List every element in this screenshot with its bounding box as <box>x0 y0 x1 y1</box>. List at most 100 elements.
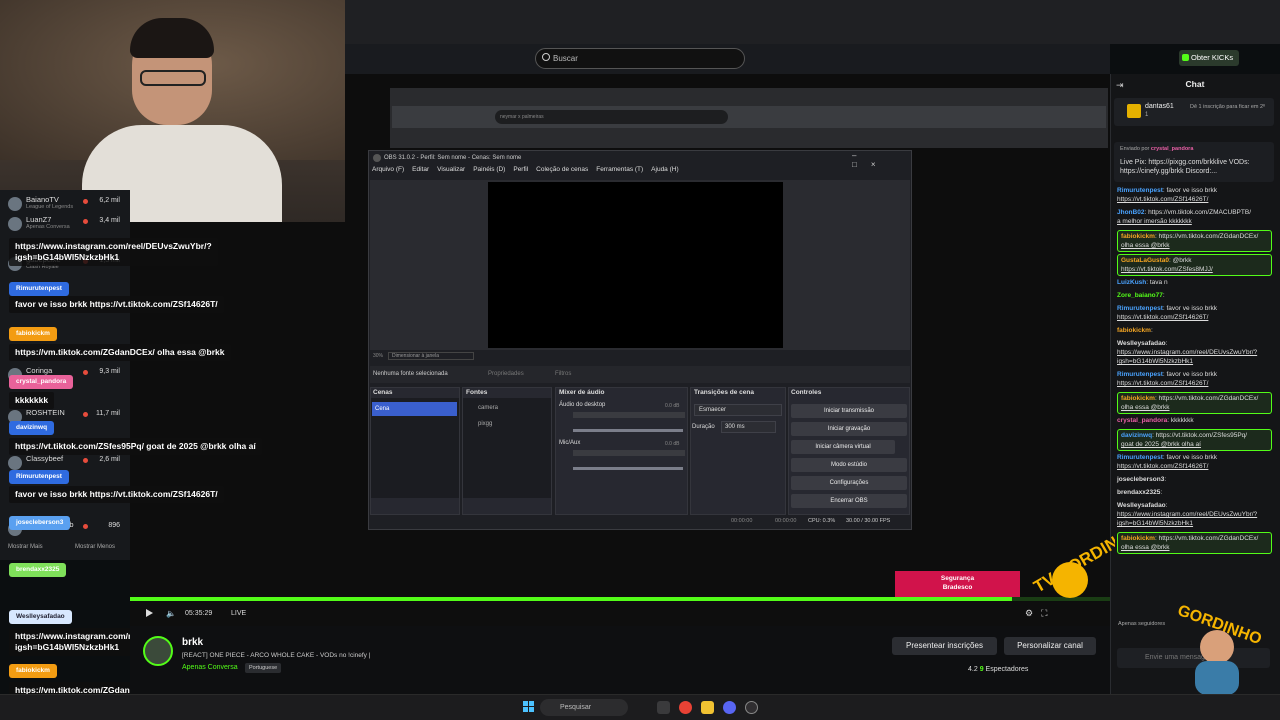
start-stream-button[interactable]: Iniciar transmissão <box>791 404 907 418</box>
task-view-icon[interactable] <box>657 701 670 714</box>
overlay-username: josecleberson3 <box>9 516 71 530</box>
duration-input[interactable]: 300 ms <box>721 421 776 433</box>
chat-message: Rimurutenpest: favor ve isso brkk https:/… <box>1117 370 1272 388</box>
channel-category: Apenas Conversa <box>26 224 70 230</box>
volume-slider[interactable] <box>573 467 683 470</box>
chrome-icon[interactable] <box>679 701 692 714</box>
chat-username[interactable]: josecleberson3 <box>1117 476 1164 483</box>
channel-name: ROSHTEIN <box>26 408 65 417</box>
chat-message: Zore_baiano77: <box>1117 291 1272 300</box>
start-virtual-camera-button[interactable]: Iniciar câmera virtual <box>791 440 895 454</box>
discord-icon[interactable] <box>723 701 736 714</box>
chat-link[interactable]: https://vt.tiktok.com/ZSfes8MJJ/ <box>1121 265 1268 274</box>
chat-link[interactable]: https://www.instagram.com/reel/DEUvsZwuY… <box>1117 348 1272 366</box>
chat-title: Chat <box>1185 79 1205 89</box>
gift-subs-button[interactable]: Presentear inscrições <box>892 637 997 655</box>
player-right-icons[interactable]: ⚙⛶ <box>1025 608 1055 619</box>
chat-link[interactable]: https://www.instagram.com/reel/DEUvsZwuY… <box>1117 510 1272 528</box>
customize-channel-button[interactable]: Personalizar canal <box>1004 637 1096 655</box>
chat-username[interactable]: crystal_pandora <box>1117 417 1167 424</box>
obs-icon[interactable] <box>745 701 758 714</box>
chat-username[interactable]: fabiokickm <box>1121 535 1155 542</box>
show-less-button[interactable]: Mostrar Menos <box>75 544 115 550</box>
chat-link[interactable]: https://vt.tiktok.com/ZSf14626T/ <box>1117 379 1272 388</box>
chat-link[interactable]: https://vt.tiktok.com/ZSf14626T/ <box>1117 195 1272 204</box>
scenes-header: Cenas <box>373 389 393 396</box>
banner-line: Bradesco <box>942 584 973 591</box>
chat-username[interactable]: Zore_baiano77 <box>1117 292 1163 299</box>
windows-start-icon[interactable] <box>523 701 535 713</box>
chat-link[interactable]: https://vt.tiktok.com/ZSf14626T/ <box>1117 313 1272 322</box>
transition-select[interactable]: Esmaecer <box>694 404 782 416</box>
chat-username[interactable]: fabiokickm <box>1117 327 1151 334</box>
search-input[interactable]: Buscar <box>535 48 745 69</box>
filters-button[interactable]: Filtros <box>545 369 585 380</box>
window-controls[interactable]: –□× <box>852 151 907 169</box>
menu-item[interactable]: Arquivo (F) <box>372 166 404 173</box>
taskbar-search[interactable]: Pesquisar <box>540 699 628 716</box>
channel-avatar[interactable] <box>143 636 173 666</box>
chat-link[interactable]: a melhor imersão kkkkkkk <box>1117 217 1272 226</box>
viewer-count: 896 <box>108 522 120 529</box>
obs-preview[interactable] <box>488 182 783 348</box>
chat-username[interactable]: brendaxx2325 <box>1117 489 1160 496</box>
show-more-button[interactable]: Mostrar Mais <box>8 544 43 550</box>
chat-username[interactable]: Weslleysafadao <box>1117 340 1166 347</box>
menu-item[interactable]: Ferramentas (T) <box>596 166 643 173</box>
menu-item[interactable]: Painéis (D) <box>473 166 505 173</box>
chat-text: : <box>1165 340 1168 347</box>
chat-link[interactable]: olha essa @brkk <box>1121 543 1268 552</box>
chat-link[interactable]: goat de 2025 @brkk olha aí <box>1121 440 1268 449</box>
chat-link[interactable]: https://vt.tiktok.com/ZSf14626T/ <box>1117 462 1272 471</box>
chat-username[interactable]: LuizKush <box>1117 279 1146 286</box>
file-explorer-icon[interactable] <box>701 701 714 714</box>
settings-button[interactable]: Configurações <box>791 476 907 490</box>
chat-username[interactable]: davizinwq <box>1121 432 1152 439</box>
record-time: 00:00:00 <box>775 518 797 524</box>
overlay-username: Weslleysafadao <box>9 610 72 624</box>
chat-username[interactable]: Rimurutenpest <box>1117 371 1163 378</box>
pinned-user[interactable]: crystal_pandora <box>1151 146 1194 152</box>
scene-item[interactable]: Cena <box>372 402 457 416</box>
chat-username[interactable]: fabiokickm <box>1121 233 1155 240</box>
chat-link[interactable]: olha essa @brkk <box>1121 403 1268 412</box>
chat-text: : <box>1160 489 1163 496</box>
menu-item[interactable]: Coleção de cenas <box>536 166 588 173</box>
menu-item[interactable]: Perfil <box>513 166 528 173</box>
chat-username[interactable]: Rimurutenpest <box>1117 305 1163 312</box>
chat-text: : <box>1164 476 1167 483</box>
zoom-select[interactable]: Dimensionar à janela <box>388 352 474 360</box>
chat-link[interactable]: olha essa @brkk <box>1121 241 1268 250</box>
chat-message: Rimurutenpest: favor ve isso brkk https:/… <box>1117 304 1272 322</box>
chat-username[interactable]: Rimurutenpest <box>1117 454 1163 461</box>
chat-username[interactable]: Weslleysafadao <box>1117 502 1166 509</box>
channel-name: BaianoTV <box>26 195 59 204</box>
source-item[interactable]: pixgg <box>468 421 492 427</box>
chat-username[interactable]: JhonB02 <box>1117 209 1144 216</box>
volume-slider[interactable] <box>573 429 683 432</box>
menu-item[interactable]: Ajuda (H) <box>651 166 678 173</box>
chat-text: : https://vt.tiktok.com/ZSfes95Pq/ <box>1152 432 1248 439</box>
volume-icon[interactable]: 🔈 <box>166 609 176 618</box>
sidebar-channel[interactable]: BaianoTV League of Legends 6,2 mil <box>8 193 126 215</box>
sidebar-channel[interactable]: LuanZ7 Apenas Conversa 3,4 mil <box>8 213 126 235</box>
menu-item[interactable]: Visualizar <box>437 166 465 173</box>
search-placeholder: Buscar <box>553 54 578 63</box>
language-tag[interactable]: Portuguese <box>245 663 282 673</box>
source-item[interactable]: camera <box>468 405 498 411</box>
properties-button[interactable]: Propriedades <box>478 369 538 380</box>
chat-username[interactable]: GustaLaGusta0 <box>1121 257 1169 264</box>
overlay-message: https://vm.tiktok.com/ZGdanDCEx/ olha es… <box>9 344 231 361</box>
start-recording-button[interactable]: Iniciar gravação <box>791 422 907 436</box>
chat-username[interactable]: Rimurutenpest <box>1117 187 1163 194</box>
get-kicks-button[interactable]: Obter KICKs <box>1179 50 1239 66</box>
exit-button[interactable]: Encerrar OBS <box>791 494 907 508</box>
chat-text: : <box>1150 327 1153 334</box>
studio-mode-button[interactable]: Modo estúdio <box>791 458 907 472</box>
play-icon[interactable] <box>146 609 153 617</box>
stream-category[interactable]: Apenas Conversa <box>182 664 238 671</box>
channel-name[interactable]: brkk <box>182 637 203 648</box>
menu-item[interactable]: Editar <box>412 166 429 173</box>
viewers-label: Espectadores <box>985 666 1029 673</box>
chat-username[interactable]: fabiokickm <box>1121 395 1155 402</box>
